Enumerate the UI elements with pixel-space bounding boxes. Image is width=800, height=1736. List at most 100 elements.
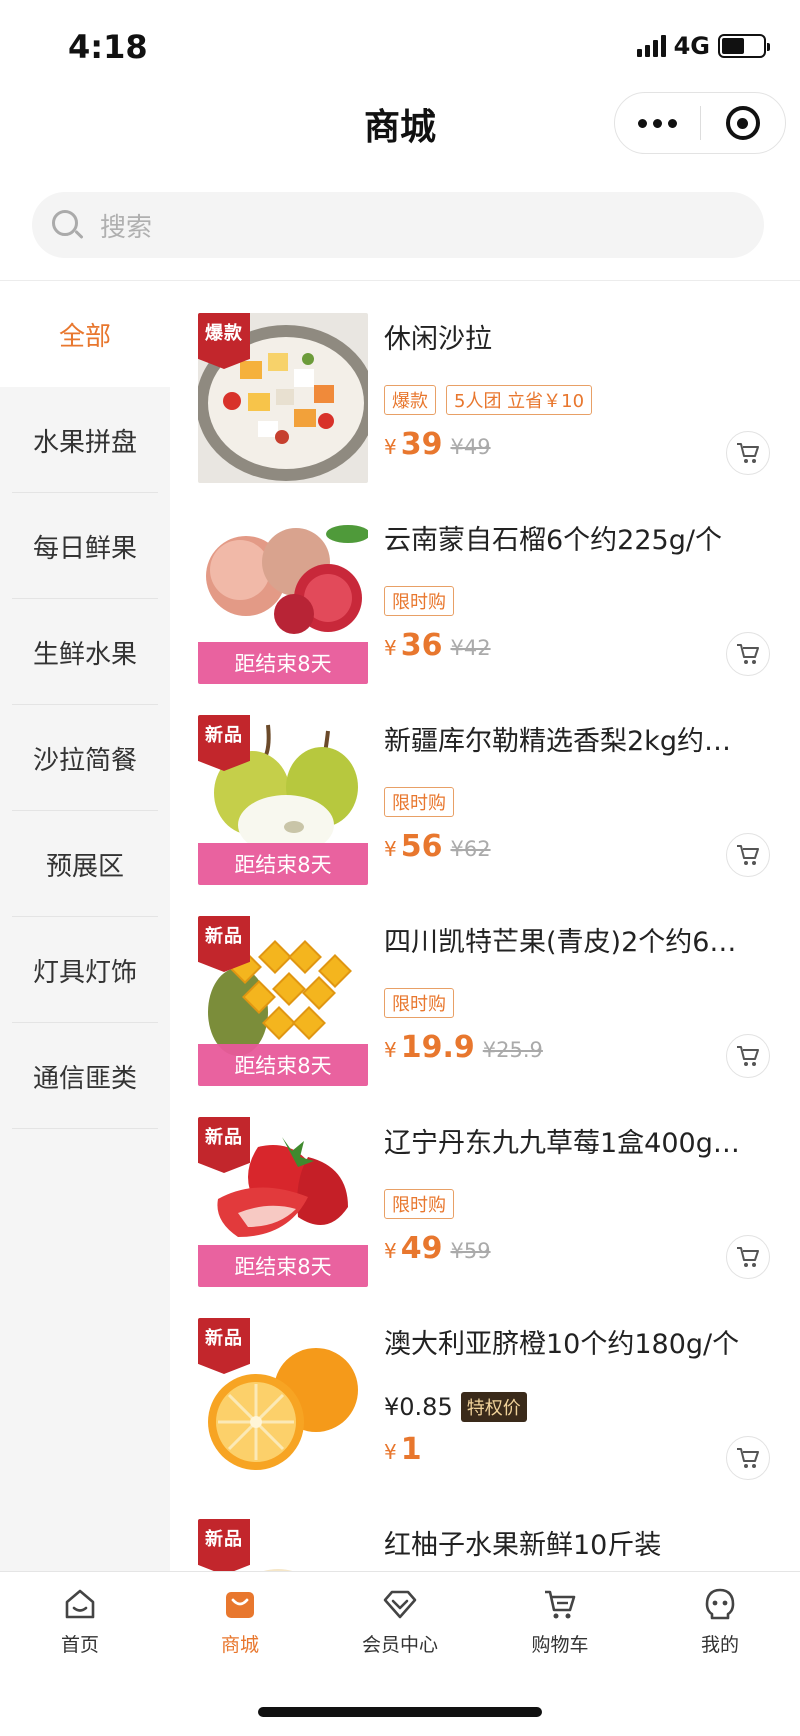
- original-price: ¥42: [450, 636, 491, 660]
- cart-icon: [737, 1247, 759, 1267]
- search-input[interactable]: 搜索: [32, 192, 764, 258]
- product-item[interactable]: 新品 澳大利亚脐橙10个约180g/个 ¥0.85 特权价 ¥ 1: [170, 1286, 800, 1488]
- price: 19.9: [400, 1030, 475, 1065]
- badges: 限时购: [384, 1189, 454, 1219]
- sidebar-item-label: 每日鲜果: [32, 533, 137, 564]
- product-title: 澳大利亚脐橙10个约180g/个: [384, 1329, 740, 1360]
- tab-label: 购物车: [531, 1634, 589, 1656]
- sidebar-item-lighting[interactable]: 灯具灯饰: [0, 917, 170, 1023]
- add-to-cart-button[interactable]: [726, 1436, 770, 1480]
- new-tag: 新品: [198, 1519, 250, 1571]
- tab-mall[interactable]: 商城: [160, 1572, 320, 1672]
- search-icon: [50, 208, 84, 242]
- shopping-bag-icon: [226, 1592, 254, 1618]
- cart-icon: [737, 644, 759, 664]
- original-price: ¥49: [450, 435, 491, 459]
- badges: 限时购: [384, 787, 454, 817]
- product-image-strawberry: 新品 距结束8天: [198, 1117, 368, 1287]
- product-item[interactable]: 新品 距结束8天 辽宁丹东九九草莓1盒400g… 限时购 ¥ 49 ¥59: [170, 1085, 800, 1287]
- cart-icon: [737, 845, 759, 865]
- tab-profile[interactable]: 我的: [640, 1572, 800, 1672]
- close-target-icon[interactable]: [701, 106, 786, 140]
- network-type: 4G: [673, 32, 710, 60]
- sidebar-item-fruit-platter[interactable]: 水果拼盘: [0, 387, 170, 493]
- sidebar-item-label: 水果拼盘: [32, 427, 137, 458]
- tab-cart[interactable]: 购物车: [480, 1572, 640, 1672]
- sidebar-item-label: 沙拉简餐: [32, 745, 137, 776]
- product-title: 新疆库尔勒精选香梨2kg约…: [384, 726, 731, 757]
- battery-icon: [718, 34, 770, 58]
- currency-symbol: ¥: [384, 1239, 397, 1263]
- price: 36: [400, 628, 443, 663]
- price-row: ¥ 49 ¥59: [384, 1231, 491, 1266]
- tab-label: 我的: [700, 1634, 739, 1656]
- product-item[interactable]: 新品 距结束8天 新疆库尔勒精选香梨2kg约… 限时购 ¥ 56 ¥62: [170, 683, 800, 885]
- product-title: 云南蒙自石榴6个约225g/个: [384, 525, 722, 556]
- sidebar-item-fresh-fruit[interactable]: 生鲜水果: [0, 599, 170, 705]
- badge: 5人团 立省￥10: [446, 385, 593, 415]
- sidebar-item-daily-fruit[interactable]: 每日鲜果: [0, 493, 170, 599]
- product-image-pear: 新品 距结束8天: [198, 715, 368, 885]
- sidebar-item-label: 预展区: [45, 851, 124, 882]
- add-to-cart-button[interactable]: [726, 1235, 770, 1279]
- miniprogram-capsule: [614, 92, 786, 154]
- product-title: 红柚子水果新鲜10斤装: [384, 1530, 662, 1561]
- price-row: ¥ 39 ¥49: [384, 427, 491, 462]
- price-row: ¥ 19.9 ¥25.9: [384, 1030, 543, 1065]
- original-price: ¥25.9: [482, 1038, 543, 1062]
- tab-member[interactable]: 会员中心: [320, 1572, 480, 1672]
- sidebar-item-telecom[interactable]: 通信匪类: [0, 1023, 170, 1129]
- user-face-icon: [705, 1588, 735, 1620]
- cart-icon: [545, 1590, 576, 1619]
- countdown-label: 距结束8天: [198, 1044, 368, 1086]
- badge: 限时购: [384, 586, 454, 616]
- sidebar-item-preview[interactable]: 预展区: [0, 811, 170, 917]
- sidebar-item-salad[interactable]: 沙拉简餐: [0, 705, 170, 811]
- status-indicators: 4G: [636, 32, 770, 60]
- price: 39: [400, 427, 443, 462]
- price: 49: [400, 1231, 443, 1266]
- add-to-cart-button[interactable]: [726, 833, 770, 877]
- add-to-cart-button[interactable]: [726, 632, 770, 676]
- product-image-pomegranate: 距结束8天: [198, 514, 368, 684]
- tab-label: 会员中心: [361, 1634, 438, 1656]
- product-list: 爆款 休闲沙拉 爆款 5人团 立省￥10 ¥ 39 ¥49 距结束8天 云南蒙自…: [170, 281, 800, 1571]
- original-price: ¥59: [450, 1239, 491, 1263]
- cart-icon: [737, 443, 759, 463]
- tab-label: 首页: [60, 1634, 99, 1656]
- signal-icon: [636, 35, 666, 57]
- currency-symbol: ¥: [384, 837, 397, 861]
- sidebar-item-label: 生鲜水果: [32, 639, 137, 670]
- diamond-icon: [383, 1590, 417, 1619]
- product-image-orange: 新品: [198, 1318, 368, 1488]
- more-icon[interactable]: [615, 118, 700, 128]
- tab-home[interactable]: 首页: [0, 1572, 160, 1672]
- product-item[interactable]: 新品 红柚子水果新鲜10斤装: [170, 1487, 800, 1571]
- vip-price: ¥0.85: [384, 1393, 453, 1421]
- badges: 限时购: [384, 988, 454, 1018]
- product-item[interactable]: 爆款 休闲沙拉 爆款 5人团 立省￥10 ¥ 39 ¥49: [170, 281, 800, 483]
- status-bar: 4:18 4G: [0, 0, 800, 92]
- sidebar-item-all[interactable]: 全部: [0, 281, 170, 387]
- countdown-label: 距结束8天: [198, 1245, 368, 1287]
- product-item[interactable]: 距结束8天 云南蒙自石榴6个约225g/个 限时购 ¥ 36 ¥42: [170, 482, 800, 684]
- hot-tag: 爆款: [198, 313, 250, 369]
- cart-icon: [737, 1448, 759, 1468]
- home-icon: [65, 1589, 95, 1619]
- new-tag: 新品: [198, 715, 250, 771]
- product-title: 休闲沙拉: [384, 324, 492, 355]
- price: 1: [400, 1432, 422, 1467]
- cart-icon: [737, 1046, 759, 1066]
- add-to-cart-button[interactable]: [726, 431, 770, 475]
- price: 56: [400, 829, 443, 864]
- badge: 限时购: [384, 988, 454, 1018]
- original-price: ¥62: [450, 837, 491, 861]
- home-indicator[interactable]: [258, 1707, 542, 1717]
- add-to-cart-button[interactable]: [726, 1034, 770, 1078]
- badge: 爆款: [384, 385, 436, 415]
- status-time: 4:18: [68, 28, 148, 66]
- sidebar-item-label: 灯具灯饰: [32, 957, 137, 988]
- product-title: 四川凯特芒果(青皮)2个约6…: [384, 927, 737, 958]
- vip-price-tag: 特权价: [460, 1392, 527, 1422]
- product-item[interactable]: 新品 距结束8天 四川凯特芒果(青皮)2个约6… 限时购 ¥ 19.9 ¥25.…: [170, 884, 800, 1086]
